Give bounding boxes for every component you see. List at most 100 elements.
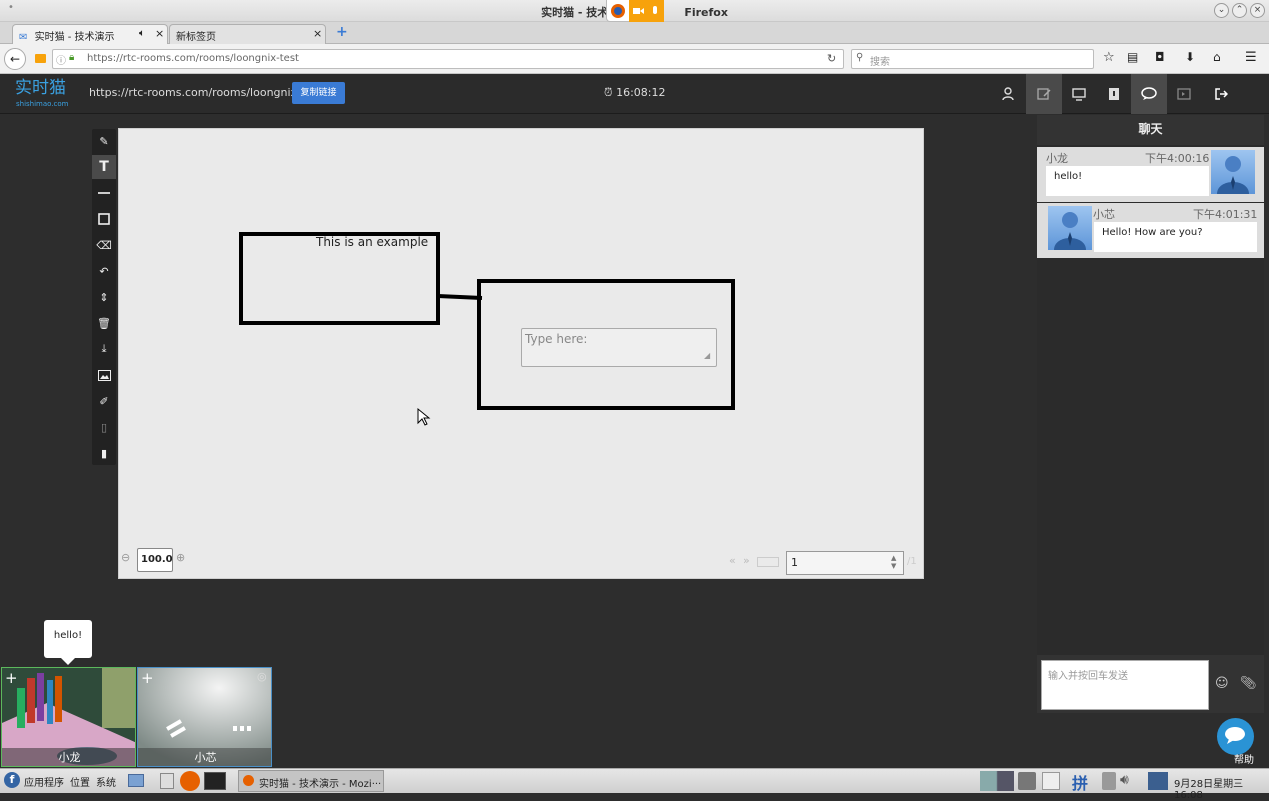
file-icon[interactable] <box>1096 74 1132 114</box>
terminal-icon[interactable] <box>204 772 226 790</box>
app-logo[interactable]: 实时猫 <box>15 79 66 97</box>
next-page-icon[interactable]: » <box>743 554 750 567</box>
room-url: https://rtc-rooms.com/rooms/loongnix-tes… <box>89 86 323 99</box>
chat-input[interactable]: 输入并按回车发送 <box>1041 660 1209 710</box>
tab-close-icon[interactable]: × <box>313 27 322 40</box>
file-import-icon[interactable]: ▯ <box>92 415 116 439</box>
trash-icon[interactable]: 🗑︎ <box>92 311 116 335</box>
text-input-box[interactable]: Type here: ◢ <box>521 328 717 367</box>
emoji-icon[interactable]: ☺ <box>1215 676 1229 691</box>
attachment-icon[interactable]: 📎︎ <box>1240 676 1257 691</box>
sharing-indicator[interactable] <box>606 0 664 22</box>
page-total-icon: /1 <box>907 556 917 567</box>
home-icon[interactable]: ⌂ <box>1213 50 1229 66</box>
usb-tray-icon[interactable] <box>1102 772 1116 790</box>
camera-tray-icon[interactable] <box>1018 772 1036 790</box>
network-icon[interactable] <box>1148 772 1168 790</box>
page-stepper-icon[interactable]: ▲ ▼ <box>891 554 896 570</box>
undo-icon[interactable]: ↶ <box>92 259 116 283</box>
input-method-icon[interactable]: 拼 <box>1072 770 1088 794</box>
text-editor-icon[interactable] <box>160 773 174 789</box>
window-minimize-button[interactable]: ⌄ <box>1214 3 1229 18</box>
chat-message-text: Hello! How are you? <box>1094 222 1257 252</box>
chat-message: 小龙 下午4:00:16 hello! <box>1037 147 1264 202</box>
menu-system[interactable]: 系统 <box>96 774 116 789</box>
rectangle-tool-icon[interactable] <box>92 207 116 231</box>
video-tile-xiaolong[interactable]: + 小龙 <box>1 667 136 767</box>
info-icon[interactable]: ⓘ <box>56 52 66 67</box>
text-tool-icon[interactable]: T <box>92 155 116 179</box>
clear-board-icon[interactable]: ▮ <box>92 441 116 465</box>
video-add-icon[interactable]: + <box>5 669 18 687</box>
drawn-connector-line <box>437 294 483 300</box>
zoom-in-icon[interactable]: ⊕ <box>176 551 185 564</box>
notepad-tray-icon[interactable] <box>1042 772 1060 790</box>
chat-message-text: hello! <box>1046 166 1209 196</box>
whiteboard-canvas[interactable]: This is an example Type here: ◢ ⊖ 100.0(… <box>118 128 924 579</box>
menu-applications[interactable]: 应用程序 <box>24 774 64 789</box>
shape-text-label[interactable]: This is an example <box>316 235 428 249</box>
menu-icon[interactable]: ☰ <box>1245 50 1261 66</box>
alarm-clock-icon: ⏰︎ <box>604 86 613 99</box>
screen-share-icon[interactable] <box>1061 74 1097 114</box>
os-logo-icon[interactable]: f <box>4 772 20 788</box>
back-icon[interactable]: ← <box>4 48 26 70</box>
prev-page-icon[interactable]: « <box>729 554 736 567</box>
help-button[interactable] <box>1217 718 1254 755</box>
video-settings-icon[interactable]: ◎ <box>257 670 267 683</box>
page-list-icon[interactable] <box>757 557 779 567</box>
bookmark-star-icon[interactable]: ☆ <box>1103 50 1119 66</box>
tab-close-icon[interactable]: × <box>155 27 164 40</box>
window-maximize-button[interactable]: ⌃ <box>1232 3 1247 18</box>
video-add-icon[interactable]: + <box>141 669 154 687</box>
avatar <box>1211 150 1255 194</box>
download-board-icon[interactable]: ⤓ <box>92 337 116 361</box>
url-text[interactable]: https://rtc-rooms.com/rooms/loongnix-tes… <box>87 53 299 64</box>
pencil-icon[interactable]: ✎ <box>92 129 116 153</box>
tab-rtc-demo[interactable]: ✉ 实时猫 - 技术演示 🔈︎ × <box>12 24 168 44</box>
eyedropper-icon[interactable]: ✐ <box>92 389 116 413</box>
video-speech-bubble: hello! <box>44 620 92 658</box>
page-number-input[interactable]: 1 <box>786 551 904 575</box>
firefox-launcher-icon[interactable] <box>180 771 200 791</box>
new-tab-icon[interactable]: + <box>336 25 348 39</box>
url-bar[interactable]: ⓘ 🔒︎ https://rtc-rooms.com/rooms/loongni… <box>35 49 844 69</box>
reload-icon[interactable]: ↻ <box>827 52 836 65</box>
clock-time: 16:08:12 <box>616 86 666 99</box>
browser-tabbar: ✉ 实时猫 - 技术演示 🔈︎ × 新标签页 × + <box>0 22 1269 44</box>
workspace-switcher[interactable] <box>980 771 1014 791</box>
line-tool-icon[interactable] <box>92 181 116 205</box>
reading-list-icon[interactable]: ▤ <box>1127 50 1143 66</box>
video-tile-xiaoxin[interactable]: + ◎ 小芯 <box>137 667 272 767</box>
move-icon[interactable]: ⇕ <box>92 285 116 309</box>
zoom-value-input[interactable]: 100.0( <box>137 548 173 572</box>
search-icon: ⚲ <box>856 52 864 63</box>
pocket-icon[interactable]: ◘ <box>1155 50 1171 66</box>
chat-icon[interactable] <box>1131 74 1167 114</box>
help-chat-icon <box>1225 727 1245 744</box>
menu-places[interactable]: 位置 <box>70 774 90 789</box>
file-manager-icon[interactable] <box>128 774 144 787</box>
speaker-icon[interactable]: 🔈︎ <box>139 28 145 39</box>
zoom-out-icon[interactable]: ⊖ <box>121 551 130 564</box>
volume-icon[interactable]: 🔊︎ <box>1120 772 1129 788</box>
download-icon[interactable]: ⬇ <box>1185 50 1201 66</box>
taskbar-window-item[interactable]: 实时猫 - 技术演示 - Mozi··· <box>238 770 384 792</box>
whiteboard-toolbar: ✎ T ⌫ ↶ ⇕ 🗑︎ ⤓ ✐ ▯ ▮ <box>92 129 116 465</box>
window-close-button[interactable]: × <box>1250 3 1265 18</box>
camera-active-icon[interactable] <box>35 54 46 63</box>
image-icon[interactable] <box>92 363 116 387</box>
chat-panel: 聊天 小龙 下午4:00:16 hello! 小芯 下午4:01:31 Hell… <box>1037 115 1264 713</box>
chat-message-user: 小龙 <box>1046 152 1068 165</box>
video-name: 小芯 <box>138 748 271 766</box>
text-input-placeholder: Type here: <box>525 332 588 346</box>
video-layout-icon[interactable] <box>1166 74 1202 114</box>
exit-icon[interactable] <box>1203 74 1239 114</box>
tab-new-tab[interactable]: 新标签页 × <box>169 24 326 44</box>
search-input[interactable]: ⚲ 搜索 <box>851 49 1094 69</box>
eraser-icon[interactable]: ⌫ <box>92 233 116 257</box>
copy-link-button[interactable]: 复制链接 <box>292 82 345 104</box>
user-icon[interactable] <box>991 74 1027 114</box>
resize-handle-icon[interactable]: ◢ <box>704 351 710 360</box>
whiteboard-icon[interactable] <box>1026 74 1062 114</box>
